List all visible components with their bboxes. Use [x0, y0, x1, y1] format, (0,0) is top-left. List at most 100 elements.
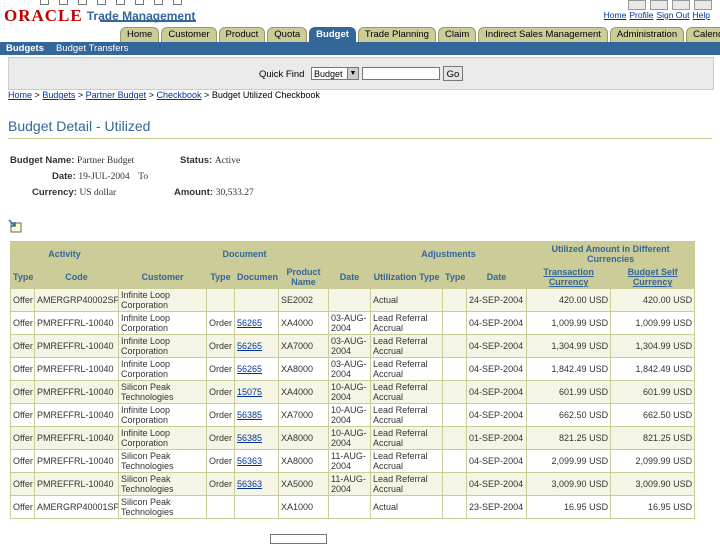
tab-home[interactable]: Home — [120, 27, 160, 42]
toolbar-icon[interactable] — [59, 0, 68, 5]
quick-find-select[interactable]: Budget ▼ — [311, 67, 359, 80]
tab-product[interactable]: Product — [218, 27, 266, 42]
toolbar-icon[interactable] — [154, 0, 163, 5]
tab-trade-planning[interactable]: Trade Planning — [357, 27, 436, 42]
table-cell: 03-AUG-2004 — [328, 334, 372, 358]
table-row: Offer PMREFFRL-10040 Silicon Peak Technolo… — [10, 449, 696, 473]
table-cell[interactable]: 15075 — [234, 380, 280, 404]
table-cell: Infinite Loop Corporation — [118, 426, 208, 450]
table-cell[interactable]: 56265 — [234, 334, 280, 358]
page-title: Budget Detail - Utilized — [8, 118, 151, 134]
quick-find-input[interactable] — [362, 67, 440, 80]
export-icon[interactable] — [8, 219, 22, 233]
document-link[interactable]: 56363 — [237, 456, 262, 466]
date-label: Date: — [52, 171, 76, 182]
tab-claim[interactable]: Claim — [437, 27, 477, 42]
table-cell[interactable]: 56385 — [234, 426, 280, 450]
column-header: Document — [234, 265, 280, 289]
column-header[interactable]: Customer — [118, 265, 208, 289]
home-link[interactable]: Home — [604, 10, 627, 20]
table-cell — [442, 357, 468, 381]
breadcrumb-partner-budget[interactable]: Partner Budget — [86, 90, 147, 100]
table-cell: 04-SEP-2004 — [466, 449, 528, 473]
document-link[interactable]: 56385 — [237, 410, 262, 420]
table-cell: 3,009.90 USD — [526, 472, 612, 496]
column-header-label: Type — [13, 272, 34, 282]
table-cell: Silicon Peak Technologies — [118, 449, 208, 473]
page-select[interactable] — [270, 534, 327, 544]
column-header[interactable]: Type — [442, 265, 468, 289]
document-link[interactable]: 56265 — [237, 318, 262, 328]
table-row: Offer PMREFFRL-10040 Infinite Loop Corpora… — [10, 357, 696, 381]
status-label: Status: — [180, 155, 213, 166]
toolbar-icon[interactable] — [40, 0, 49, 5]
table-cell[interactable]: 56363 — [234, 472, 280, 496]
column-header[interactable]: Code — [33, 265, 120, 289]
subtab-budgets[interactable]: Budgets — [0, 43, 50, 54]
logo-underline — [100, 20, 196, 22]
table-cell: Infinite Loop Corporation — [118, 403, 208, 427]
document-link[interactable]: 56385 — [237, 433, 262, 443]
document-link[interactable]: 15075 — [237, 387, 262, 397]
table-cell[interactable]: 56265 — [234, 311, 280, 335]
column-header: Transaction Currency — [526, 265, 612, 289]
table-cell: Infinite Loop Corporation — [118, 288, 208, 312]
toolbar-icon[interactable] — [116, 0, 125, 5]
help-icon[interactable] — [694, 0, 712, 10]
tab-budget[interactable]: Budget — [309, 27, 356, 42]
table-cell: 03-AUG-2004 — [328, 357, 372, 381]
column-header[interactable]: Date — [328, 265, 372, 289]
toolbar-icon[interactable] — [97, 0, 106, 5]
breadcrumb-separator: > — [148, 90, 154, 100]
table-cell: 16.95 USD — [610, 495, 696, 519]
tab-calendar[interactable]: Calendar — [686, 27, 720, 42]
document-link[interactable]: 56265 — [237, 364, 262, 374]
currency-label: Currency: — [32, 187, 77, 198]
document-link[interactable]: 56265 — [237, 341, 262, 351]
group-activity: Activity — [9, 241, 120, 266]
table-cell: 601.99 USD — [610, 380, 696, 404]
tab-administration[interactable]: Administration — [609, 27, 685, 42]
table-cell[interactable]: 56363 — [234, 449, 280, 473]
table-cell — [442, 311, 468, 335]
toolbar-icon[interactable] — [135, 0, 144, 5]
home-icon[interactable] — [628, 0, 646, 10]
toolbar-icon[interactable] — [173, 0, 182, 5]
amount-field: Amount: 30,533.27 — [174, 187, 254, 198]
breadcrumb-checkbook[interactable]: Checkbook — [156, 90, 201, 100]
profile-link[interactable]: Profile — [629, 10, 653, 20]
table-cell: 04-SEP-2004 — [466, 357, 528, 381]
table-cell: Silicon Peak Technologies — [118, 495, 208, 519]
breadcrumb-budgets[interactable]: Budgets — [42, 90, 75, 100]
sign-out-icon[interactable] — [672, 0, 690, 10]
table-cell[interactable]: 56265 — [234, 357, 280, 381]
browser-toolbar — [40, 0, 182, 5]
breadcrumb-home[interactable]: Home — [8, 90, 32, 100]
tab-quota[interactable]: Quota — [267, 27, 308, 42]
amount-label: Amount: — [174, 187, 214, 198]
tab-customer[interactable]: Customer — [161, 27, 217, 42]
column-header[interactable]: Date — [466, 265, 528, 289]
table-cell: Lead Referral Accrual — [370, 357, 444, 381]
breadcrumb-separator: > — [77, 90, 84, 100]
profile-icon[interactable] — [650, 0, 668, 10]
table-cell: 420.00 USD — [610, 288, 696, 312]
table-cell: 2,099.99 USD — [526, 449, 612, 473]
table-cell: 10-AUG-2004 — [328, 380, 372, 404]
table-cell: Offer — [10, 357, 35, 381]
column-header: Type — [10, 265, 35, 289]
column-header-label: Transaction Currency — [543, 267, 594, 287]
table-cell: 662.50 USD — [526, 403, 612, 427]
budget-name-value: Partner Budget — [77, 156, 135, 166]
document-link[interactable]: 56363 — [237, 479, 262, 489]
go-button[interactable]: Go — [443, 66, 463, 81]
table-cell: Silicon Peak Technologies — [118, 380, 208, 404]
sign-out-link[interactable]: Sign Out — [656, 10, 689, 20]
toolbar-icon[interactable] — [78, 0, 87, 5]
table-cell: Offer — [10, 288, 35, 312]
help-link[interactable]: Help — [693, 10, 710, 20]
table-cell[interactable]: 56385 — [234, 403, 280, 427]
column-header: Type — [206, 265, 236, 289]
tab-indirect-sales-management[interactable]: Indirect Sales Management — [478, 27, 608, 42]
subtab-budget-transfers[interactable]: Budget Transfers — [50, 43, 134, 54]
